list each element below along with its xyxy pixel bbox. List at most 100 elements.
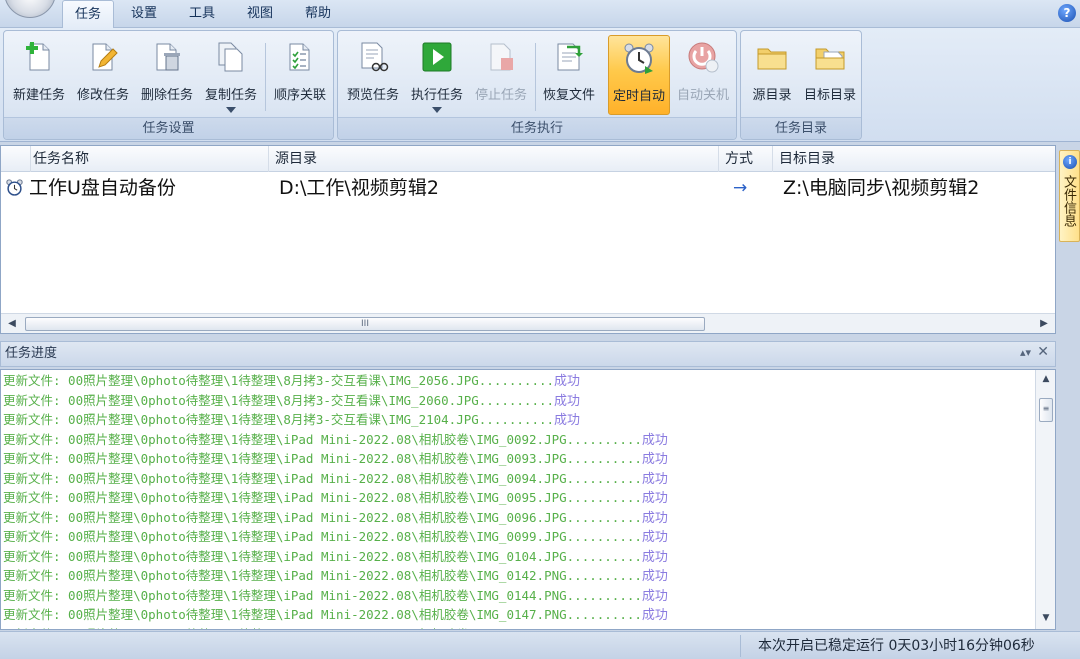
new-task-icon [26,42,50,71]
delete-task-button[interactable]: 删除任务 [136,35,198,115]
log-line-path: 更新文件: 00照片整理\0photo待整理\1待整理\8月拷3-交互看课\IM… [3,373,555,388]
log-line: 更新文件: 00照片整理\0photo待整理\1待整理\iPad Mini-20… [3,508,668,528]
task-target-cell: Z:\电脑同步\视频剪辑2 [783,177,980,199]
status-bar: 本次开启已稳定运行 0天03小时16分钟06秒 [0,631,1080,659]
log-line-path: 更新文件: 00照片整理\0photo待整理\1待整理\iPad Mini-20… [3,490,642,505]
scroll-left-icon[interactable]: ◀ [5,317,19,331]
preview-task-label: 预览任务 [346,88,399,103]
column-header-target[interactable]: 目标目录 [773,146,1055,172]
log-line-status: 成功 [554,393,581,409]
pin-icon[interactable]: ▴▾ [1020,346,1031,359]
stop-task-label: 停止任务 [474,88,527,103]
log-line: 更新文件: 00照片整理\0photo待整理\1待整理\iPad Mini-20… [3,547,668,567]
file-info-side-tab[interactable]: i 文件信息 [1059,150,1080,242]
log-line-path: 更新文件: 00照片整理\0photo待整理\1待整理\iPad Mini-20… [3,431,642,447]
scroll-right-icon[interactable]: ▶ [1037,317,1051,331]
log-line-status: 成功 [554,413,581,428]
task-list-header: 任务名称 源目录 方式 目标目录 [1,146,1055,172]
stop-task-button[interactable]: 停止任务 [470,35,532,115]
source-folder-button[interactable]: 源目录 [745,35,799,115]
log-line-status: 成功 [641,530,668,545]
log-line: 更新文件: 00照片整理\0photo待整理\1待整理\8月拷3-交互看课\IM… [3,410,580,430]
run-task-button[interactable]: 执行任务 [406,35,468,115]
log-line-path: 更新文件: 00照片整理\0photo待整理\1待整理\8月拷3-交互看课\IM… [3,392,555,408]
app-menu-button[interactable] [4,0,56,18]
sequence-link-label: 顺序关联 [273,88,326,103]
tab-task[interactable]: 任务 [62,0,114,29]
log-line-path: 更新文件: 00照片整理\0photo待整理\1待整理\8月拷3-交互看课\IM… [3,412,555,427]
log-line: 更新文件: 00照片整理\0photo待整理\1待整理\iPad Mini-20… [3,527,668,547]
progress-log: 更新文件: 00照片整理\0photo待整理\1待整理\8月拷3-交互看课\IM… [0,369,1056,630]
log-line-path: 更新文件: 00照片整理\0photo待整理\1待整理\iPad Mini-20… [3,627,476,630]
log-line: 更新文件: 00照片整理\0photo待整理\1待整理\iPad Mini-20… [3,430,668,450]
sequence-link-icon [289,43,310,71]
restore-file-button[interactable]: 恢复文件 [538,35,600,115]
copy-task-button[interactable]: 复制任务 [200,35,262,115]
status-separator [740,635,741,657]
group-caption-task-folders: 任务目录 [741,117,861,139]
scroll-thumb[interactable]: III [25,317,705,331]
copy-task-label: 复制任务 [204,88,257,103]
log-line: 更新文件: 00照片整理\0photo待整理\1待整理\iPad Mini-20… [3,625,476,630]
log-line-status: 成功 [641,510,668,526]
stop-task-icon [490,43,513,71]
log-line: 更新文件: 00照片整理\0photo待整理\1待整理\iPad Mini-20… [3,586,668,606]
target-folder-icon [815,48,845,70]
tab-settings[interactable]: 设置 [120,0,168,28]
sequence-link-button[interactable]: 顺序关联 [269,35,331,115]
delete-task-label: 删除任务 [140,88,193,103]
task-row[interactable]: 工作U盘自动备份 D:\工作\视频剪辑2 → Z:\电脑同步\视频剪辑2 [1,174,1055,202]
column-header-task-name[interactable]: 任务名称 [27,146,269,172]
timer-auto-icon [624,43,654,74]
help-icon[interactable]: ? [1058,4,1076,22]
log-line-status: 成功 [641,569,668,584]
task-list-horizontal-scrollbar[interactable]: ◀ III ▶ [1,313,1055,333]
log-line: 更新文件: 00照片整理\0photo待整理\1待整理\8月拷3-交互看课\IM… [3,391,580,411]
task-list: 任务名称 源目录 方式 目标目录 工作U盘自动备份 D:\工作\视频剪辑2 → … [0,145,1056,334]
log-vertical-scrollbar[interactable]: ▲ ≡ ▼ [1035,370,1055,629]
tab-view[interactable]: 视图 [236,0,284,28]
run-task-label: 执行任务 [410,88,463,103]
close-icon[interactable]: ✕ [1037,344,1049,360]
column-header-source[interactable]: 源目录 [269,146,719,172]
log-line-path: 更新文件: 00照片整理\0photo待整理\1待整理\iPad Mini-20… [3,548,642,564]
copy-task-icon [218,42,243,72]
timer-auto-label: 定时自动 [612,89,665,104]
log-line: 更新文件: 00照片整理\0photo待整理\1待整理\iPad Mini-20… [3,449,668,469]
log-line-path: 更新文件: 00照片整理\0photo待整理\1待整理\iPad Mini-20… [3,509,642,525]
task-mode-arrow-icon: → [733,178,748,198]
scroll-up-icon[interactable]: ▲ [1040,374,1052,388]
task-name-cell: 工作U盘自动备份 [29,177,176,199]
tab-help[interactable]: 帮助 [294,0,342,28]
target-folder-button[interactable]: 目标目录 [801,35,859,115]
edit-task-button[interactable]: 修改任务 [72,35,134,115]
progress-pane-title: 任务进度 [5,346,58,361]
group-caption-task-settings: 任务设置 [4,117,333,139]
run-task-dropdown-icon[interactable] [432,107,442,113]
edit-task-icon [92,43,118,71]
auto-shutdown-label: 自动关机 [676,88,729,103]
log-line-status: 成功 [641,608,668,623]
tab-tools[interactable]: 工具 [178,0,226,28]
scroll-down-icon[interactable]: ▼ [1040,613,1052,627]
file-info-label: 文件信息 [1061,175,1076,227]
log-line-path: 更新文件: 00照片整理\0photo待整理\1待整理\iPad Mini-20… [3,451,642,466]
column-header-mode[interactable]: 方式 [719,146,773,172]
run-task-icon [422,42,452,72]
ribbon-group-task-settings: 新建任务 修改任务 删除任务 复制任务 顺序关联 任务设置 [3,30,334,140]
preview-task-button[interactable]: 预览任务 [342,35,404,115]
source-folder-icon [757,48,787,70]
copy-task-dropdown-icon[interactable] [226,107,236,113]
task-source-cell: D:\工作\视频剪辑2 [279,177,439,199]
scroll-thumb[interactable]: ≡ [1039,398,1053,422]
new-task-button[interactable]: 新建任务 [8,35,70,115]
log-line-path: 更新文件: 00照片整理\0photo待整理\1待整理\iPad Mini-20… [3,470,642,486]
log-line-status: 成功 [641,549,668,565]
log-line-status: 成功 [641,432,668,448]
timer-auto-button[interactable]: 定时自动 [608,35,670,115]
log-line-status: 成功 [641,588,668,604]
auto-shutdown-button[interactable]: 自动关机 [672,35,734,115]
log-line: 更新文件: 00照片整理\0photo待整理\1待整理\iPad Mini-20… [3,605,668,625]
log-line-status: 成功 [554,374,581,389]
new-task-label: 新建任务 [12,88,65,103]
